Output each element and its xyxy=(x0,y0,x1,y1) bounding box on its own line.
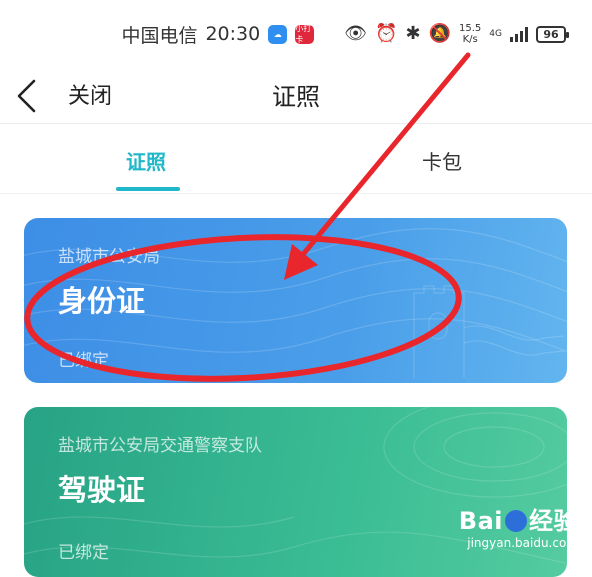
carrier-label: 中国电信 xyxy=(121,24,198,47)
battery-icon: 96 xyxy=(536,25,569,43)
tab-certificates[interactable]: 证照 xyxy=(126,146,166,175)
active-tab-indicator xyxy=(116,187,180,191)
speed-value: 15.5 xyxy=(459,23,482,34)
watermark-logo-left: Bai xyxy=(458,507,503,535)
battery-level: 96 xyxy=(543,27,559,41)
nav-header: 关闭 证照 xyxy=(0,68,592,124)
id-card[interactable]: 盐城市公安局 身份证 已绑定 xyxy=(24,218,567,383)
mute-bell-icon: 🔕 xyxy=(428,23,452,44)
status-bar: 中国电信 20:30 ☁ 小打卡 👁 ⏰ ✱ 🔕 15.5 K/s 4G 96 xyxy=(0,0,592,68)
card-name: 驾驶证 xyxy=(58,473,146,507)
tab-bar: 证照 卡包 xyxy=(0,124,592,194)
eye-icon: 👁 xyxy=(344,23,368,44)
card-bind-status: 已绑定 xyxy=(58,543,109,563)
speed-unit: K/s xyxy=(462,34,478,45)
weather-app-icon: ☁ xyxy=(268,24,288,44)
driving-license-card[interactable]: 盐城市公安局交通警察支队 驾驶证 已绑定 xyxy=(24,407,567,577)
paw-logo-icon xyxy=(505,510,527,532)
tab-card-wallet[interactable]: 卡包 xyxy=(422,146,462,175)
watermark-logo-right: 经验 xyxy=(529,507,578,535)
card-bind-status: 已绑定 xyxy=(58,351,109,371)
alarm-icon: ⏰ xyxy=(375,23,398,44)
app-badge-label: 小打卡 xyxy=(295,24,312,44)
signal-icon xyxy=(510,26,528,42)
page-title: 证照 xyxy=(272,83,320,111)
network-speed: 15.5 K/s xyxy=(459,23,481,45)
network-type: 4G xyxy=(489,29,502,39)
watermark-url: jingyan.baidu.com xyxy=(467,536,578,550)
clock: 20:30 xyxy=(205,23,261,45)
card-issuer: 盐城市公安局交通警察支队 xyxy=(58,436,262,456)
bluetooth-icon: ✱ xyxy=(405,23,421,44)
card-name: 身份证 xyxy=(58,284,146,318)
baidu-jingyan-watermark: Bai 经验 jingyan.baidu.com xyxy=(459,501,578,550)
notification-app-icon: 小打卡 xyxy=(295,24,315,44)
card-issuer: 盐城市公安局 xyxy=(58,247,160,267)
